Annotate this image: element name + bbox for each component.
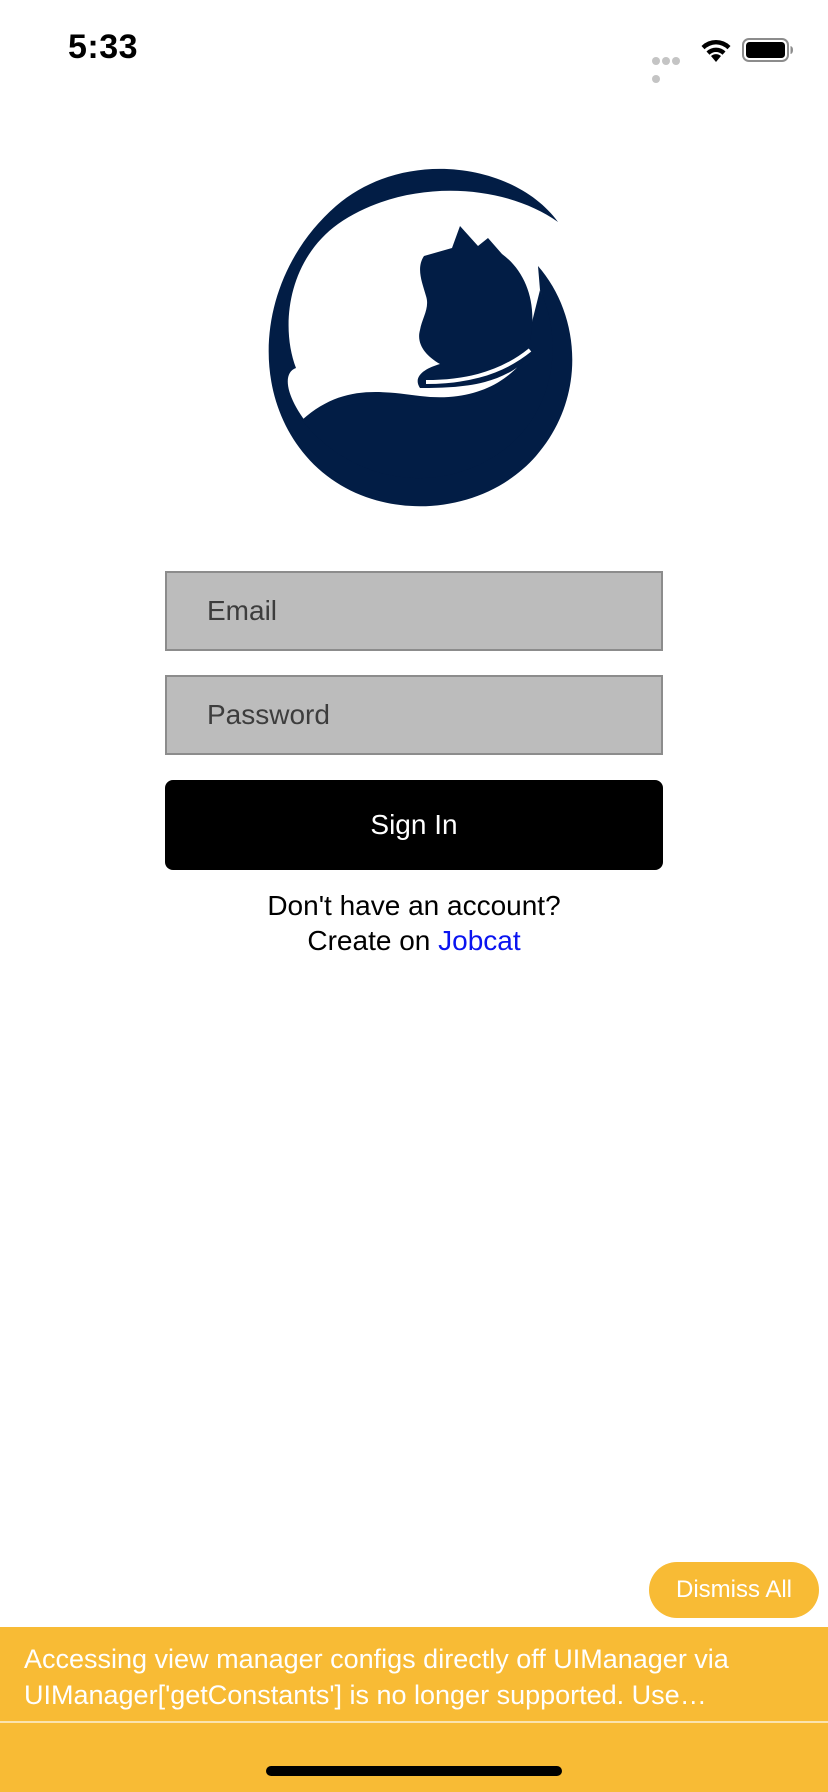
create-account-prefix: Create on <box>307 925 439 956</box>
signup-prompt-text: Don't have an account? <box>267 890 561 921</box>
banner-bottom <box>0 1723 828 1792</box>
login-screen: 5:33 Sign In Don't have an account? Crea… <box>0 0 828 1792</box>
battery-icon <box>742 38 793 62</box>
create-account-line: Create on Jobcat <box>0 923 828 958</box>
home-indicator[interactable] <box>266 1766 562 1776</box>
jobcat-link[interactable]: Jobcat <box>438 925 521 956</box>
sign-in-button[interactable]: Sign In <box>165 780 663 870</box>
warning-message: Accessing view manager configs directly … <box>24 1644 729 1710</box>
wifi-icon <box>701 39 731 62</box>
status-time: 5:33 <box>68 28 139 66</box>
dismiss-all-button[interactable]: Dismiss All <box>649 1562 819 1618</box>
email-field[interactable] <box>165 571 663 651</box>
status-bar: 5:33 <box>0 0 828 100</box>
warning-banner[interactable]: Accessing view manager configs directly … <box>0 1627 828 1721</box>
password-field[interactable] <box>165 675 663 755</box>
signal-dots-icon <box>652 52 690 83</box>
cat-crescent-logo-icon <box>268 168 573 507</box>
signup-prompt: Don't have an account? Create on Jobcat <box>0 888 828 958</box>
